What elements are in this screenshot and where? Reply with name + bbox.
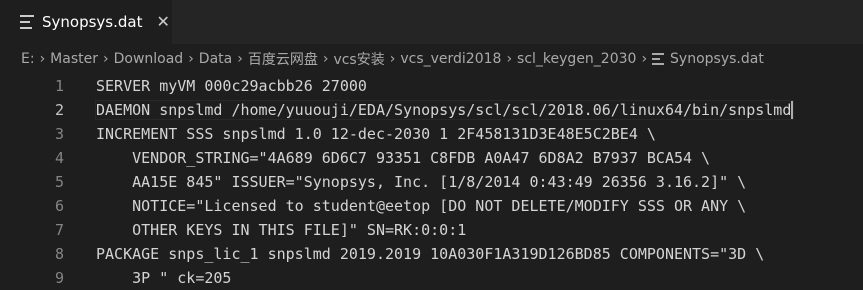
code-text[interactable]: OTHER KEYS IN THIS FILE]" SN=RK:0:0:1 — [96, 221, 466, 239]
breadcrumb-item[interactable]: vcs_verdi2018 — [400, 51, 501, 67]
line-number: 1 — [54, 77, 64, 95]
line-number: 4 — [54, 149, 64, 167]
code-text[interactable]: VENDOR_STRING="4A689 6D6C7 93351 C8FDB A… — [96, 149, 710, 167]
breadcrumb-item[interactable]: 百度云网盘 — [248, 49, 318, 69]
chevron-right-icon: › — [237, 51, 243, 67]
code-text[interactable]: DAEMON snpslmd /home/yuuouji/EDA/Synopsy… — [96, 101, 791, 119]
tab-synopsys-dat[interactable]: Synopsys.dat ✕ — [0, 0, 172, 44]
line-number: 7 — [54, 221, 64, 239]
tab-bar: Synopsys.dat ✕ — [0, 0, 863, 44]
code-text[interactable]: PACKAGE snps_lic_1 snpslmd 2019.2019 10A… — [96, 245, 764, 263]
chevron-right-icon: › — [641, 51, 648, 67]
breadcrumb-item[interactable]: Download — [114, 51, 184, 67]
code-text[interactable]: AA15E 845" ISSUER="Synopsys, Inc. [1/8/2… — [96, 173, 746, 191]
line-number: 9 — [54, 269, 64, 287]
code-line[interactable]: 8 PACKAGE snps_lic_1 snpslmd 2019.2019 1… — [0, 242, 863, 266]
code-line[interactable]: 6 NOTICE="Licensed to student@eetop [DO … — [0, 194, 863, 218]
line-number: 5 — [54, 173, 64, 191]
breadcrumb-file[interactable]: Synopsys.dat — [670, 51, 764, 67]
chevron-right-icon: › — [102, 51, 109, 67]
line-number: 3 — [54, 125, 64, 143]
chevron-right-icon: › — [39, 51, 46, 67]
chevron-right-icon: › — [322, 51, 329, 67]
file-lines-icon — [652, 53, 665, 65]
breadcrumb-item[interactable]: vcs安装 — [333, 49, 384, 69]
code-text[interactable]: NOTICE="Licensed to student@eetop [DO NO… — [96, 197, 746, 215]
breadcrumb-item[interactable]: Master — [50, 51, 98, 67]
chevron-right-icon: › — [188, 51, 194, 67]
code-line[interactable]: 3 INCREMENT SSS snpslmd 1.0 12-dec-2030 … — [0, 122, 863, 146]
code-line[interactable]: 9 3P " ck=205 — [0, 266, 863, 290]
breadcrumb: E: › Master › Download › Data › 百度云网盘 › … — [0, 44, 863, 74]
file-lines-icon — [20, 15, 34, 29]
code-line-active[interactable]: 2 DAEMON snpslmd /home/yuuouji/EDA/Synop… — [0, 98, 863, 122]
code-editor[interactable]: 1 SERVER myVM 000c29acbb26 27000 2 DAEMO… — [0, 74, 863, 290]
tab-title: Synopsys.dat — [42, 13, 143, 31]
breadcrumb-item[interactable]: Data — [199, 51, 232, 67]
line-number: 6 — [54, 197, 64, 215]
code-line[interactable]: 5 AA15E 845" ISSUER="Synopsys, Inc. [1/8… — [0, 170, 863, 194]
code-text[interactable]: INCREMENT SSS snpslmd 1.0 12-dec-2030 1 … — [96, 125, 656, 143]
chevron-right-icon: › — [506, 51, 513, 67]
breadcrumb-item[interactable]: scl_keygen_2030 — [517, 51, 636, 67]
line-number: 2 — [54, 101, 64, 119]
code-line[interactable]: 1 SERVER myVM 000c29acbb26 27000 — [0, 74, 863, 98]
chevron-right-icon: › — [389, 51, 396, 67]
breadcrumb-item[interactable]: E: — [21, 51, 35, 67]
code-line[interactable]: 7 OTHER KEYS IN THIS FILE]" SN=RK:0:0:1 — [0, 218, 863, 242]
line-number: 8 — [54, 245, 64, 263]
text-cursor — [791, 101, 794, 120]
code-text[interactable]: 3P " ck=205 — [96, 269, 231, 287]
code-line[interactable]: 4 VENDOR_STRING="4A689 6D6C7 93351 C8FDB… — [0, 146, 863, 170]
close-icon[interactable]: ✕ — [156, 14, 169, 30]
code-text-container[interactable]: DAEMON snpslmd /home/yuuouji/EDA/Synopsy… — [94, 99, 795, 121]
code-text[interactable]: SERVER myVM 000c29acbb26 27000 — [96, 77, 367, 95]
